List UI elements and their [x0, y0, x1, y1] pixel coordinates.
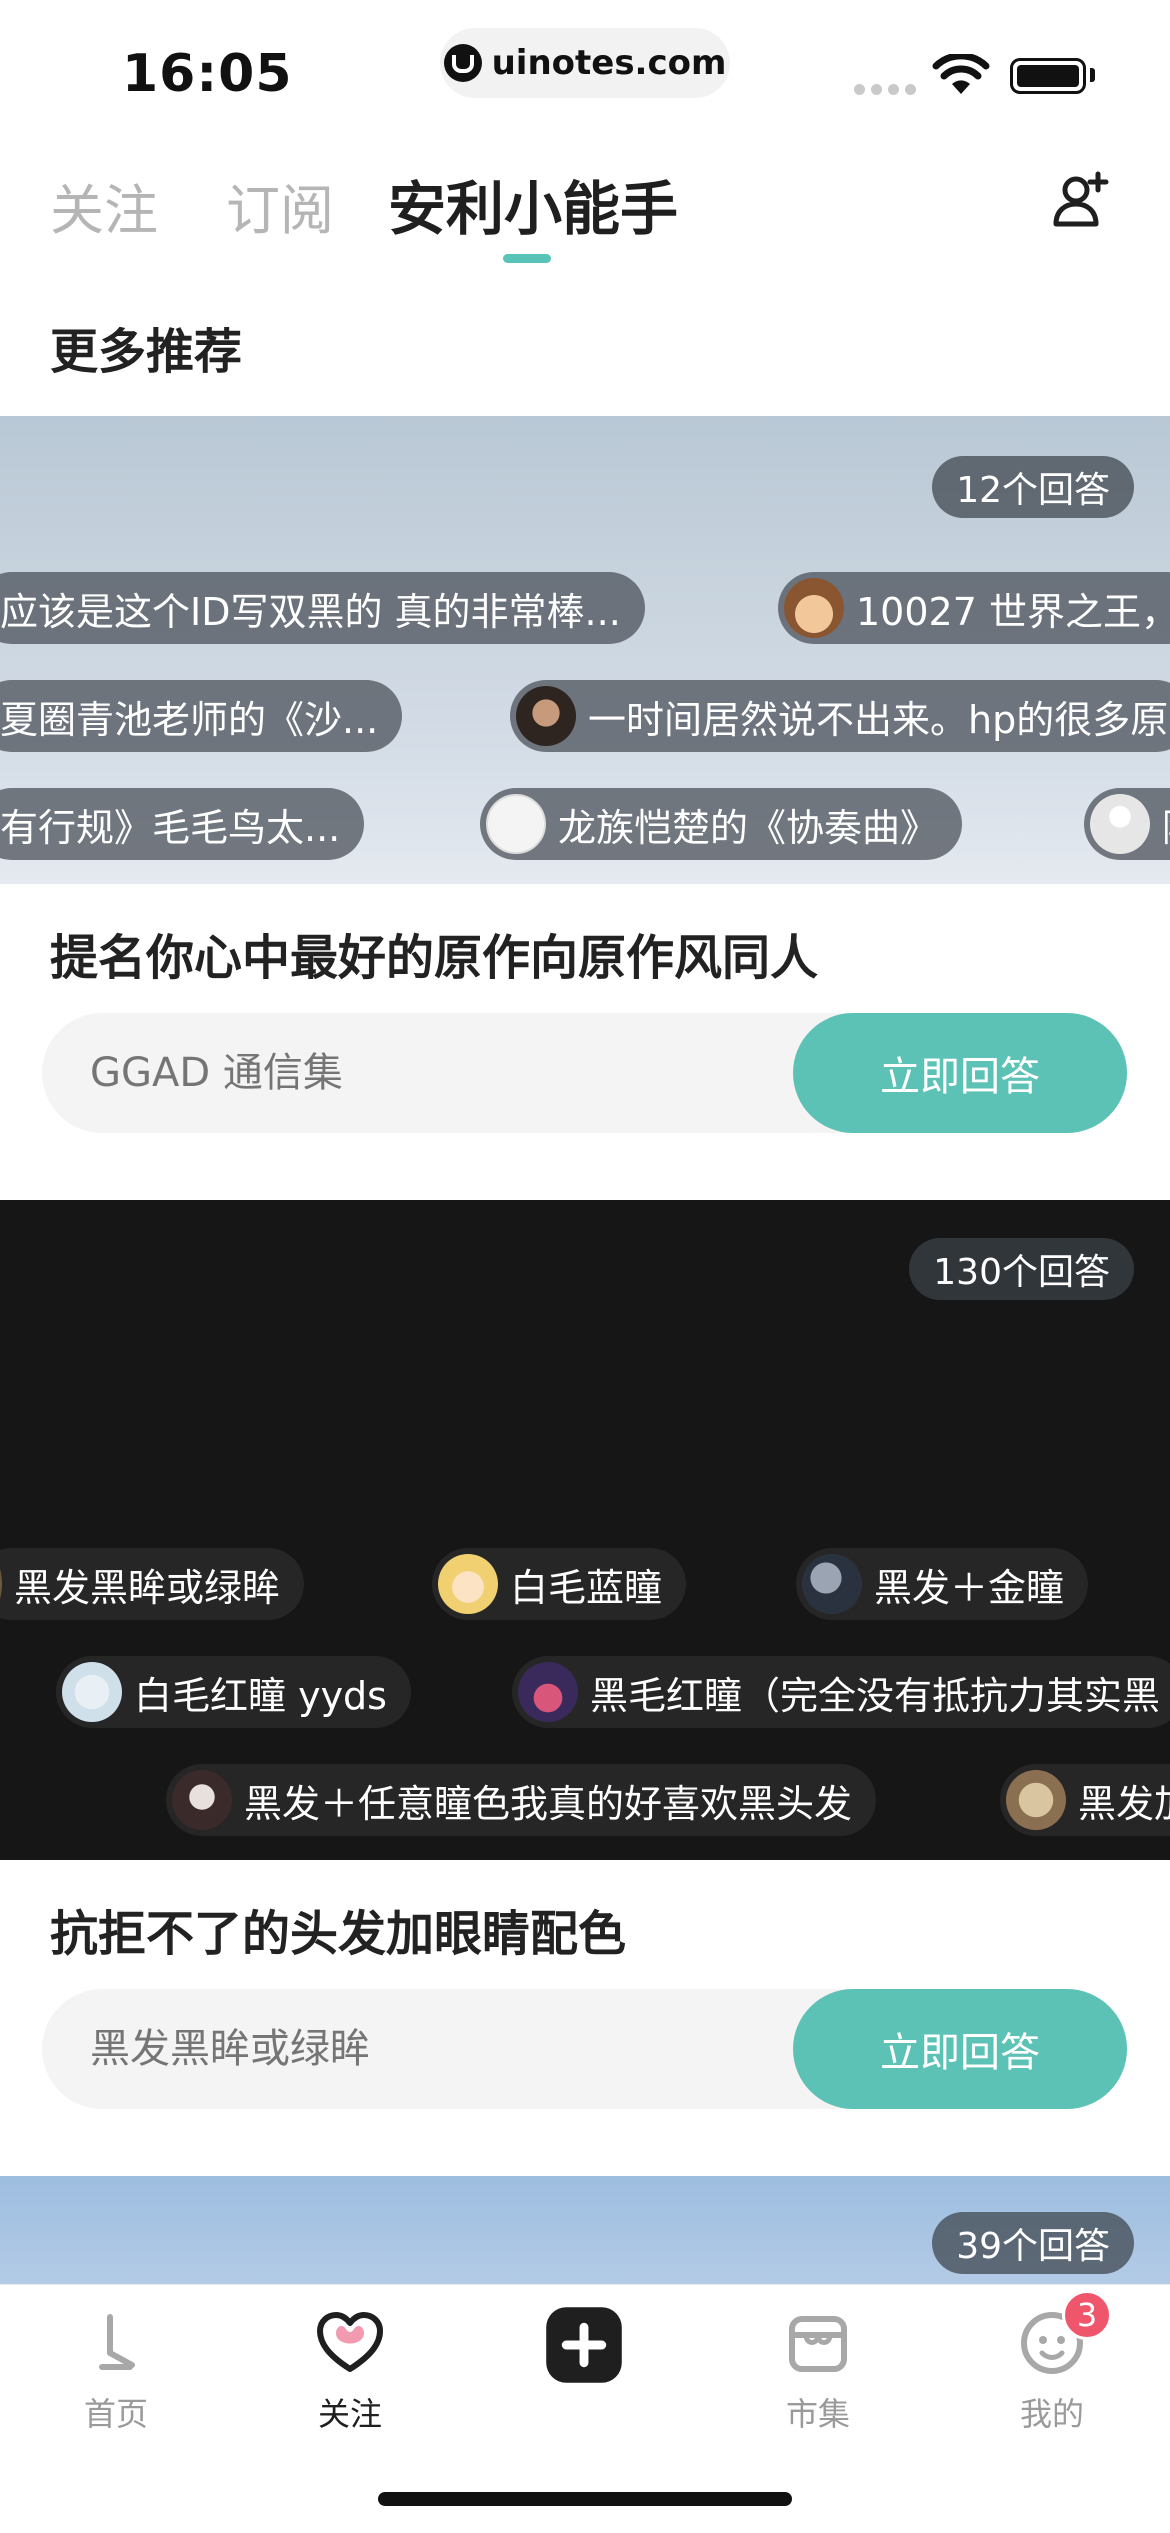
heart-icon — [317, 2312, 383, 2372]
plus-icon — [546, 2307, 622, 2383]
nav-market[interactable]: 市集 — [738, 2307, 898, 2435]
answer-chip[interactable]: 10027 世界之王， — [778, 572, 1170, 644]
avatar — [1090, 794, 1150, 854]
site-logo-icon — [443, 44, 482, 82]
url-pill[interactable]: uinotes.com — [440, 28, 730, 98]
answer-input-bar[interactable]: 立即回答 — [42, 1989, 1127, 2109]
answer-input[interactable] — [90, 1013, 730, 1133]
answer-count-badge: 12个回答 — [932, 456, 1134, 518]
answer-chip[interactable]: 黑发加 — [1000, 1764, 1170, 1836]
answer-now-button[interactable]: 立即回答 — [793, 1989, 1127, 2109]
cellular-signal-icon — [854, 84, 916, 95]
answer-input[interactable] — [90, 1989, 730, 2109]
avatar — [62, 1662, 122, 1722]
tab-subscribe[interactable]: 订阅 — [226, 166, 334, 245]
question-card-banner[interactable]: 12个回答 应该是这个ID写双黑的 真的非常棒... 10027 世界之王， 夏… — [0, 416, 1170, 884]
home-icon — [99, 2314, 135, 2370]
answer-input-bar[interactable]: 立即回答 — [42, 1013, 1127, 1133]
battery-icon — [1010, 58, 1086, 94]
question-title[interactable]: 提名你心中最好的原作向原作风同人 — [50, 918, 818, 988]
tab-follow[interactable]: 关注 — [50, 166, 158, 245]
notification-badge: 3 — [1062, 2290, 1112, 2340]
answer-chip[interactable]: 白毛蓝瞳 — [432, 1548, 687, 1620]
answer-count-badge: 130个回答 — [909, 1238, 1134, 1300]
nav-create[interactable] — [504, 2307, 664, 2385]
answer-chip[interactable]: 夏圈青池老师的《沙... — [0, 680, 403, 752]
question-card-banner[interactable]: 130个回答 黑发黑眸或绿眸 白毛蓝瞳 黑发＋金瞳 白毛红瞳 yyds 黑毛红瞳… — [0, 1200, 1170, 1860]
answer-chip[interactable]: 有行规》毛毛鸟太... — [0, 788, 365, 860]
home-indicator — [378, 2492, 792, 2506]
nav-label: 市集 — [785, 2395, 850, 2433]
answer-chip[interactable]: 黑发黑眸或绿眸 — [0, 1548, 305, 1620]
battery-tip — [1090, 68, 1095, 82]
question-card-banner[interactable]: 39个回答 — [0, 2176, 1170, 2284]
add-user-icon[interactable] — [1050, 168, 1114, 232]
nav-follow[interactable]: 关注 — [270, 2307, 430, 2435]
status-time: 16:05 — [122, 44, 293, 104]
answer-chip[interactable]: 黑发＋任意瞳色我真的好喜欢黑头发 — [166, 1764, 877, 1836]
avatar — [0, 1554, 2, 1614]
avatar — [1006, 1770, 1066, 1830]
tab-haul-helper[interactable]: 安利小能手 — [388, 162, 678, 246]
avatar — [172, 1770, 232, 1830]
nav-label: 关注 — [317, 2395, 382, 2433]
answer-chip[interactable]: 龙族恺楚的《协奏曲》 — [480, 788, 963, 860]
answer-chip[interactable]: 白毛红瞳 yyds — [56, 1656, 411, 1728]
section-title: 更多推荐 — [50, 324, 243, 380]
market-icon — [789, 2316, 847, 2372]
active-tab-indicator — [503, 254, 551, 263]
answer-chip[interactable]: 一时间居然说不出来。hp的很多原 — [510, 680, 1170, 752]
answer-chip[interactable]: 应该是这个ID写双黑的 真的非常棒... — [0, 572, 645, 644]
avatar — [486, 794, 546, 854]
answer-now-button[interactable]: 立即回答 — [793, 1013, 1127, 1133]
answer-chip[interactable]: 黑毛红瞳（完全没有抵抗力其实黑 — [512, 1656, 1170, 1728]
avatar — [518, 1662, 578, 1722]
question-title[interactable]: 抗拒不了的头发加眼睛配色 — [50, 1894, 626, 1964]
answer-chip[interactable]: 黑发＋金瞳 — [796, 1548, 1089, 1620]
url-text: uinotes.com — [491, 43, 727, 83]
nav-label: 我的 — [1019, 2395, 1084, 2433]
nav-label: 首页 — [83, 2395, 148, 2433]
avatar — [516, 686, 576, 746]
avatar — [438, 1554, 498, 1614]
avatar — [784, 578, 844, 638]
answer-chip[interactable]: 阿 — [1084, 788, 1170, 860]
answer-count-badge: 39个回答 — [932, 2212, 1134, 2274]
wifi-icon — [932, 54, 990, 94]
nav-home[interactable]: 首页 — [36, 2307, 196, 2435]
avatar — [802, 1554, 862, 1614]
